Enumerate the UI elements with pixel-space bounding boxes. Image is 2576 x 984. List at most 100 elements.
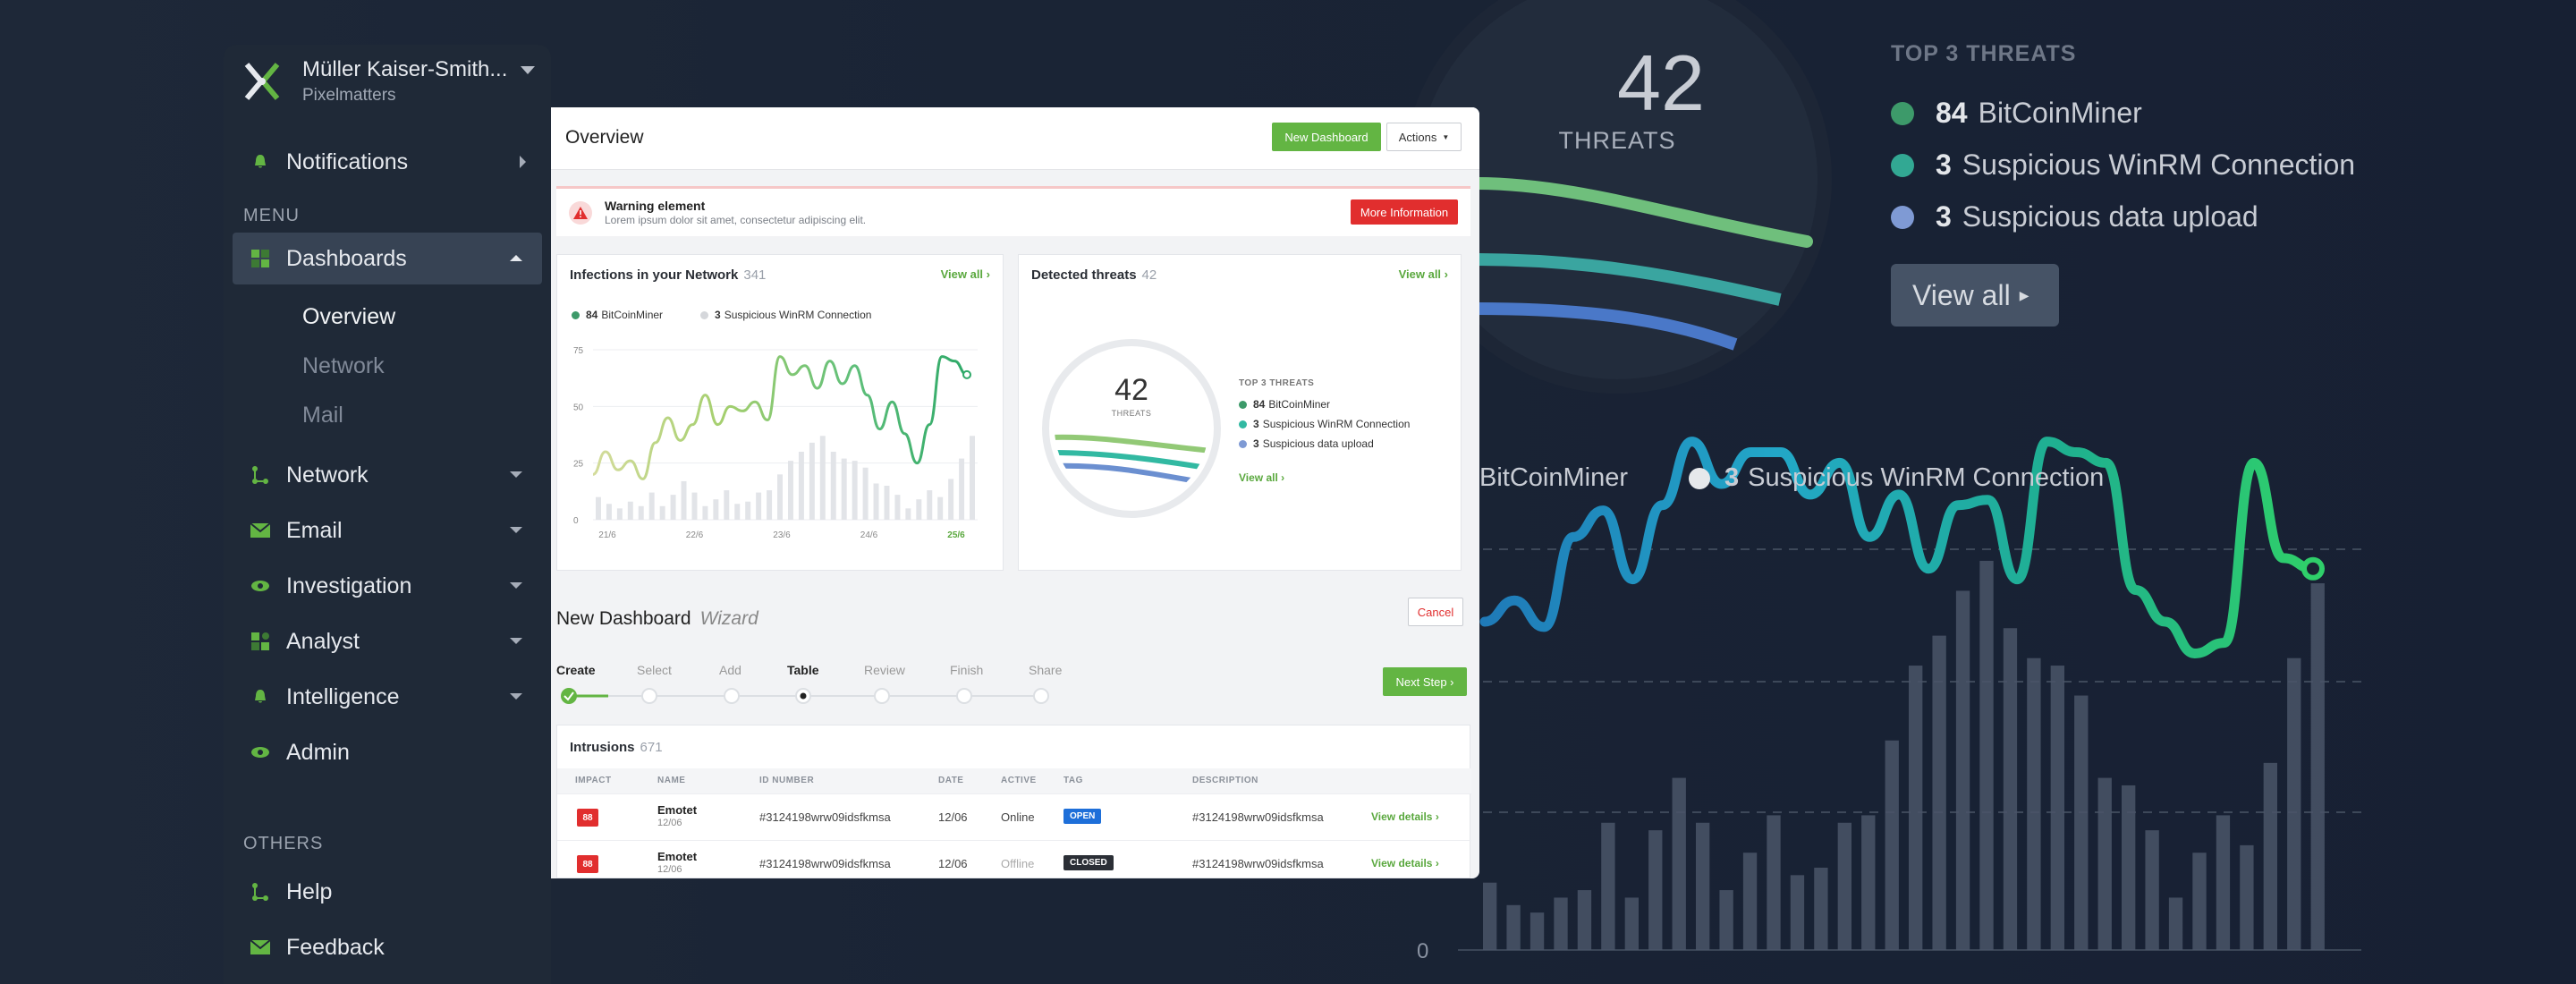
chart-bar — [713, 499, 719, 520]
bg-bar — [1885, 740, 1899, 950]
bg-legend-item: 3 Suspicious WinRM Connection — [1689, 463, 2104, 493]
step-review[interactable]: Review — [864, 663, 905, 677]
threat-item: 3 Suspicious WinRM Connection — [1239, 418, 1410, 430]
chart-bar — [862, 467, 869, 520]
step-create[interactable]: Create — [556, 663, 596, 677]
step-dot-review[interactable] — [874, 688, 890, 704]
dashboard-icon — [250, 249, 270, 268]
chart-bar — [691, 492, 698, 520]
sidebar-subitem-network[interactable]: Network — [302, 353, 385, 379]
sidebar-subitem-overview[interactable]: Overview — [302, 304, 395, 330]
chart-bar — [948, 479, 954, 520]
step-dot-select[interactable] — [641, 688, 657, 704]
bg-bar — [1837, 822, 1852, 950]
detected-number: 42 — [1114, 373, 1148, 407]
step-dot-finish[interactable] — [956, 688, 972, 704]
chart-bar — [638, 505, 644, 520]
sidebar-item-label: Feedback — [286, 934, 385, 960]
chart-bar — [830, 452, 836, 520]
bell-icon — [250, 152, 270, 172]
step-add[interactable]: Add — [719, 663, 741, 677]
detected-label: THREATS — [1111, 409, 1152, 418]
bg-bar — [1696, 822, 1710, 950]
infections-view-all-link[interactable]: View all › — [941, 267, 990, 281]
table-row[interactable]: 88 Emotet 12/06 #3124198wrw09idsfkmsa 12… — [557, 840, 1471, 878]
bg-bar — [1909, 666, 1923, 950]
chart-bar — [959, 458, 965, 520]
step-dot-share[interactable] — [1033, 688, 1049, 704]
x-tick-label: 22/6 — [686, 530, 704, 540]
column-header[interactable]: ID NUMBER — [759, 776, 814, 785]
column-header[interactable]: IMPACT — [575, 776, 612, 785]
bg-bar — [2287, 657, 2301, 950]
step-finish[interactable]: Finish — [950, 663, 983, 677]
sidebar-item-intelligence[interactable]: Intelligence — [233, 671, 542, 723]
column-header[interactable]: DESCRIPTION — [1192, 776, 1258, 785]
warning-text: Lorem ipsum dolor sit amet, consectetur … — [605, 214, 867, 226]
chart-bar — [616, 508, 623, 520]
row-name-date: 12/06 — [657, 818, 682, 828]
sidebar-item-admin[interactable]: Admin — [233, 726, 542, 778]
chevron-down-icon — [510, 693, 522, 700]
view-details-link[interactable]: View details › — [1371, 857, 1439, 869]
column-header[interactable]: TAG — [1063, 776, 1083, 785]
bg-bar — [1577, 890, 1592, 950]
new-dashboard-button[interactable]: New Dashboard — [1272, 123, 1381, 151]
sidebar-item-label: Network — [286, 462, 369, 488]
step-table[interactable]: Table — [787, 663, 819, 677]
line-endpoint — [962, 369, 971, 379]
view-details-link[interactable]: View details › — [1371, 810, 1439, 823]
chevron-down-icon[interactable] — [521, 66, 535, 74]
cancel-button[interactable]: Cancel — [1408, 598, 1463, 626]
row-name-date: 12/06 — [657, 864, 682, 875]
bg-view-all-button[interactable]: View all ▶ — [1891, 264, 2059, 327]
column-header[interactable]: ACTIVE — [1001, 776, 1037, 785]
step-select[interactable]: Select — [637, 663, 672, 677]
sidebar-item-notifications[interactable]: Notifications — [233, 136, 542, 188]
bg-legend-dot — [1689, 467, 1710, 489]
sidebar-item-label: Analyst — [286, 628, 360, 654]
detected-threats-card: Detected threats 42 View all › 42 THREATS… — [1018, 254, 1462, 571]
chart-bar — [767, 490, 773, 520]
table-header: IMPACT NAME ID NUMBER DATE ACTIVE TAG DE… — [557, 768, 1471, 793]
table-row[interactable]: 88 Emotet 12/06 #3124198wrw09idsfkmsa 12… — [557, 793, 1471, 840]
next-step-button[interactable]: Next Step › — [1383, 667, 1467, 696]
sidebar-item-network[interactable]: Network — [233, 449, 542, 501]
y-tick-label: 75 — [573, 346, 584, 356]
sidebar-item-email[interactable]: Email — [233, 505, 542, 556]
sidebar-item-dashboards[interactable]: Dashboards — [233, 233, 542, 284]
bg-bar — [1672, 777, 1686, 950]
sidebar-item-label: Help — [286, 878, 333, 904]
sidebar-item-investigation[interactable]: Investigation — [233, 560, 542, 612]
step-share[interactable]: Share — [1029, 663, 1062, 677]
chart-bar — [927, 490, 933, 520]
row-id: #3124198wrw09idsfkmsa — [759, 857, 891, 870]
user-switcher[interactable]: Müller Kaiser-Smith... Pixelmatters — [240, 57, 507, 106]
column-header[interactable]: DATE — [938, 776, 963, 785]
threats-view-all-link[interactable]: View all › — [1239, 471, 1284, 484]
actions-dropdown[interactable]: Actions ▼ — [1386, 123, 1462, 151]
sidebar-item-help[interactable]: Help — [233, 866, 542, 918]
chart-bar — [702, 505, 708, 520]
bg-bar — [1554, 897, 1568, 950]
step-dot-add[interactable] — [724, 688, 740, 704]
chart-bar — [905, 508, 911, 520]
detected-view-all-link[interactable]: View all › — [1399, 267, 1448, 281]
bg-bar — [2097, 777, 2112, 950]
sidebar-item-analyst[interactable]: Analyst — [233, 615, 542, 667]
bg-bar — [1601, 822, 1615, 950]
sidebar-item-feedback[interactable]: Feedback — [233, 921, 542, 973]
sidebar-subitem-mail[interactable]: Mail — [302, 403, 343, 428]
row-active: Online — [1001, 810, 1035, 824]
x-tick-label: 23/6 — [773, 530, 791, 540]
threats-donut — [1042, 339, 1221, 518]
row-id: #3124198wrw09idsfkmsa — [759, 810, 891, 824]
sidebar-item-label: Email — [286, 517, 343, 543]
wizard-title: New Dashboard Wizard — [556, 608, 758, 629]
eye-icon — [250, 742, 270, 762]
bg-bar — [1979, 560, 1994, 950]
column-header[interactable]: NAME — [657, 776, 685, 785]
more-information-button[interactable]: More Information — [1351, 199, 1458, 225]
step-dot-create[interactable] — [561, 688, 577, 704]
panel-header: Overview New Dashboard Actions ▼ — [551, 107, 1479, 170]
